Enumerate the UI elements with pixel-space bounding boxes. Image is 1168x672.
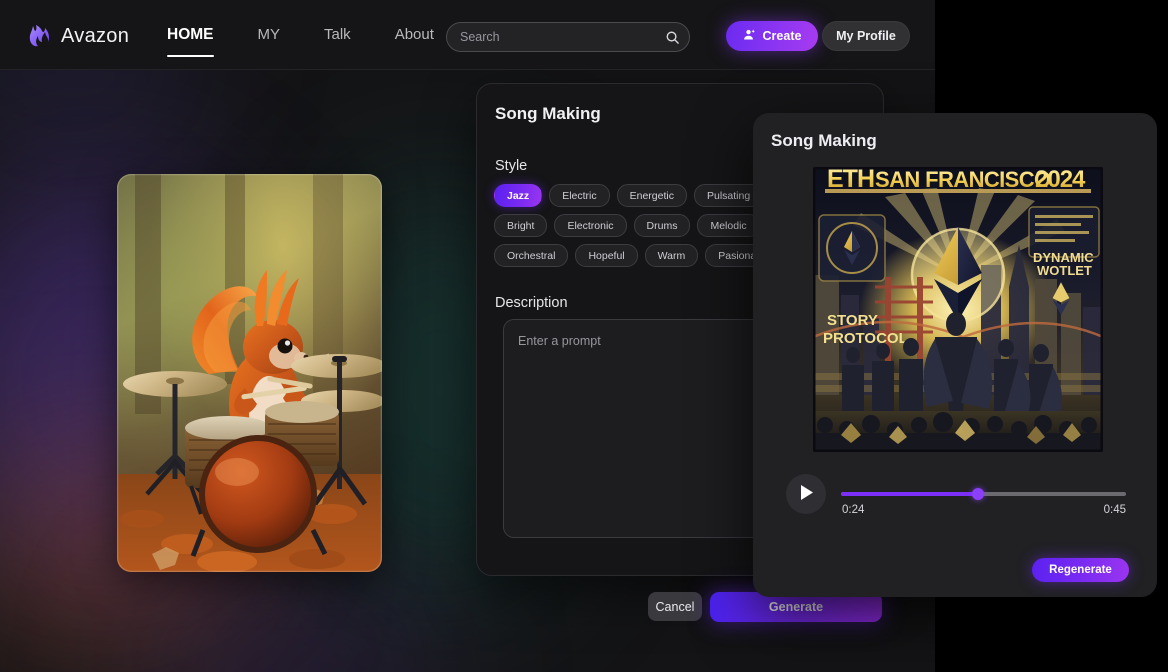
cancel-button-label: Cancel bbox=[655, 599, 695, 614]
nav-item-my[interactable]: MY bbox=[236, 0, 303, 69]
style-chip-warm[interactable]: Warm bbox=[644, 244, 699, 267]
svg-text:2024: 2024 bbox=[1035, 167, 1086, 193]
svg-text:STORY: STORY bbox=[827, 312, 878, 329]
style-chip-electric[interactable]: Electric bbox=[549, 184, 610, 207]
cancel-button[interactable]: Cancel bbox=[648, 592, 702, 621]
total-time: 0:45 bbox=[1103, 504, 1126, 516]
panel-title: Song Making bbox=[495, 104, 601, 123]
style-chip-hopeful[interactable]: Hopeful bbox=[575, 244, 638, 267]
user-plus-icon bbox=[743, 28, 757, 45]
style-chip-orchestral[interactable]: Orchestral bbox=[494, 244, 569, 267]
generated-image-preview[interactable] bbox=[117, 174, 382, 572]
regenerate-button[interactable]: Regenerate bbox=[1032, 558, 1129, 582]
style-chip-energetic[interactable]: Energetic bbox=[616, 184, 687, 207]
create-button[interactable]: Create bbox=[726, 21, 818, 51]
create-button-label: Create bbox=[762, 29, 802, 43]
generate-button-label: Generate bbox=[768, 600, 824, 614]
nav-item-talk[interactable]: Talk bbox=[302, 0, 373, 69]
current-time: 0:24 bbox=[842, 504, 865, 516]
progress-fill bbox=[841, 492, 978, 496]
style-chip-jazz[interactable]: Jazz bbox=[494, 184, 543, 207]
search-input[interactable] bbox=[447, 30, 659, 44]
play-button[interactable] bbox=[786, 474, 826, 514]
svg-text:ETH: ETH bbox=[827, 167, 874, 193]
description-label: Description bbox=[495, 295, 568, 311]
svg-text:SAN FRANCISCO: SAN FRANCISCO bbox=[875, 167, 1051, 192]
style-chip-drums[interactable]: Drums bbox=[633, 214, 691, 237]
glow-decoration-purple-bottom bbox=[140, 560, 440, 672]
song-result-modal: Song Making ETH SAN FRANCISCO 2024 DYNAM… bbox=[753, 113, 1157, 597]
progress-slider[interactable] bbox=[841, 488, 1126, 500]
svg-text:WOTLET: WOTLET bbox=[1037, 263, 1092, 278]
style-label: Style bbox=[495, 158, 528, 174]
album-art-eth-san-francisco: ETH SAN FRANCISCO 2024 DYNAMIC WOTLET ST… bbox=[813, 167, 1103, 452]
style-chip-bright[interactable]: Bright bbox=[494, 214, 548, 237]
progress-knob[interactable] bbox=[971, 488, 984, 500]
style-chip-electronic[interactable]: Electronic bbox=[554, 214, 627, 237]
style-chip-melodic[interactable]: Melodic bbox=[697, 214, 760, 237]
svg-text:PROTOCOL: PROTOCOL bbox=[823, 330, 908, 347]
screen-root: Avazon HOME MY Talk About Search Create … bbox=[0, 0, 1168, 672]
audio-player: 0:24 0:45 bbox=[786, 472, 1126, 522]
search-box[interactable] bbox=[446, 22, 690, 52]
search-icon[interactable] bbox=[659, 24, 685, 50]
flame-logo-icon bbox=[26, 23, 52, 49]
my-profile-button[interactable]: My Profile bbox=[822, 21, 910, 51]
nav-item-about[interactable]: About bbox=[373, 0, 456, 69]
brand-logo[interactable]: Avazon bbox=[26, 23, 129, 49]
regenerate-button-label: Regenerate bbox=[1049, 564, 1112, 576]
app-header: Avazon HOME MY Talk About Search Create … bbox=[0, 0, 935, 70]
play-icon bbox=[799, 484, 814, 504]
nav-item-home[interactable]: HOME bbox=[145, 0, 236, 69]
modal-title: Song Making bbox=[771, 131, 877, 150]
squirrel-drummer-artwork bbox=[117, 174, 382, 572]
main-nav: HOME MY Talk About bbox=[145, 0, 456, 69]
my-profile-label: My Profile bbox=[836, 29, 896, 43]
brand-name: Avazon bbox=[61, 24, 130, 47]
